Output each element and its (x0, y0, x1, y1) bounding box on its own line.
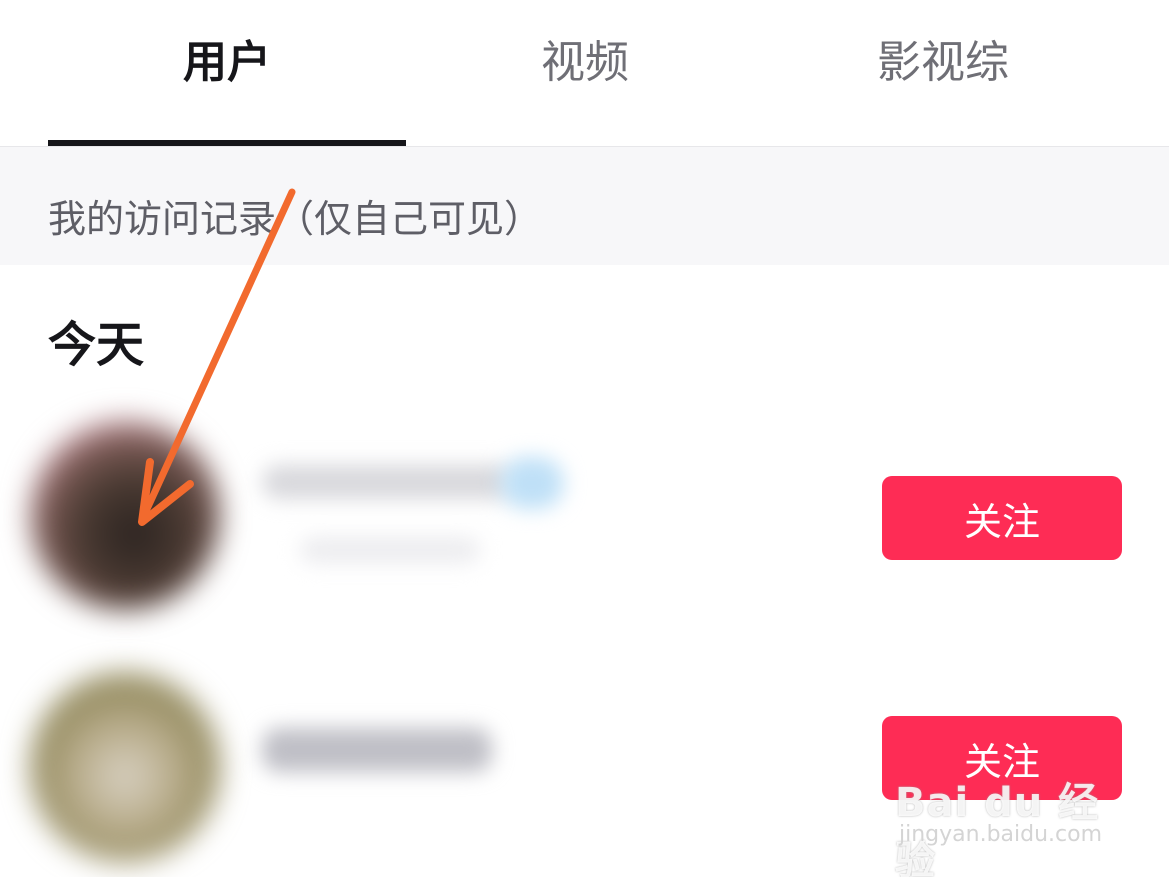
notice-text: 我的访问记录（仅自己可见） (48, 197, 543, 241)
verified-badge-icon (500, 457, 564, 509)
avatar[interactable] (30, 420, 220, 610)
tab-videos[interactable]: 视频 (406, 0, 764, 146)
user-row[interactable]: 关注 (0, 405, 1169, 625)
follow-button[interactable]: 关注 (882, 476, 1122, 560)
baidu-jingyan-watermark: Bai du 经验 jingyan.baidu.com (895, 770, 1115, 877)
tab-users[interactable]: 用户 (48, 0, 406, 146)
avatar[interactable] (30, 672, 220, 862)
visit-history-page: 用户 视频 影视综 我的访问记录（仅自己可见） 今天 关注 关注 Bai du … (0, 0, 1169, 877)
username-blurred (262, 728, 492, 772)
watermark-url: jingyan.baidu.com (899, 822, 1103, 847)
username-blurred (262, 465, 512, 499)
user-subtitle-blurred (300, 537, 480, 563)
section-title-today: 今天 (48, 317, 145, 373)
active-tab-indicator (48, 140, 406, 146)
tab-shows[interactable]: 影视综 (764, 0, 1122, 146)
tab-bar: 用户 视频 影视综 (0, 0, 1169, 147)
